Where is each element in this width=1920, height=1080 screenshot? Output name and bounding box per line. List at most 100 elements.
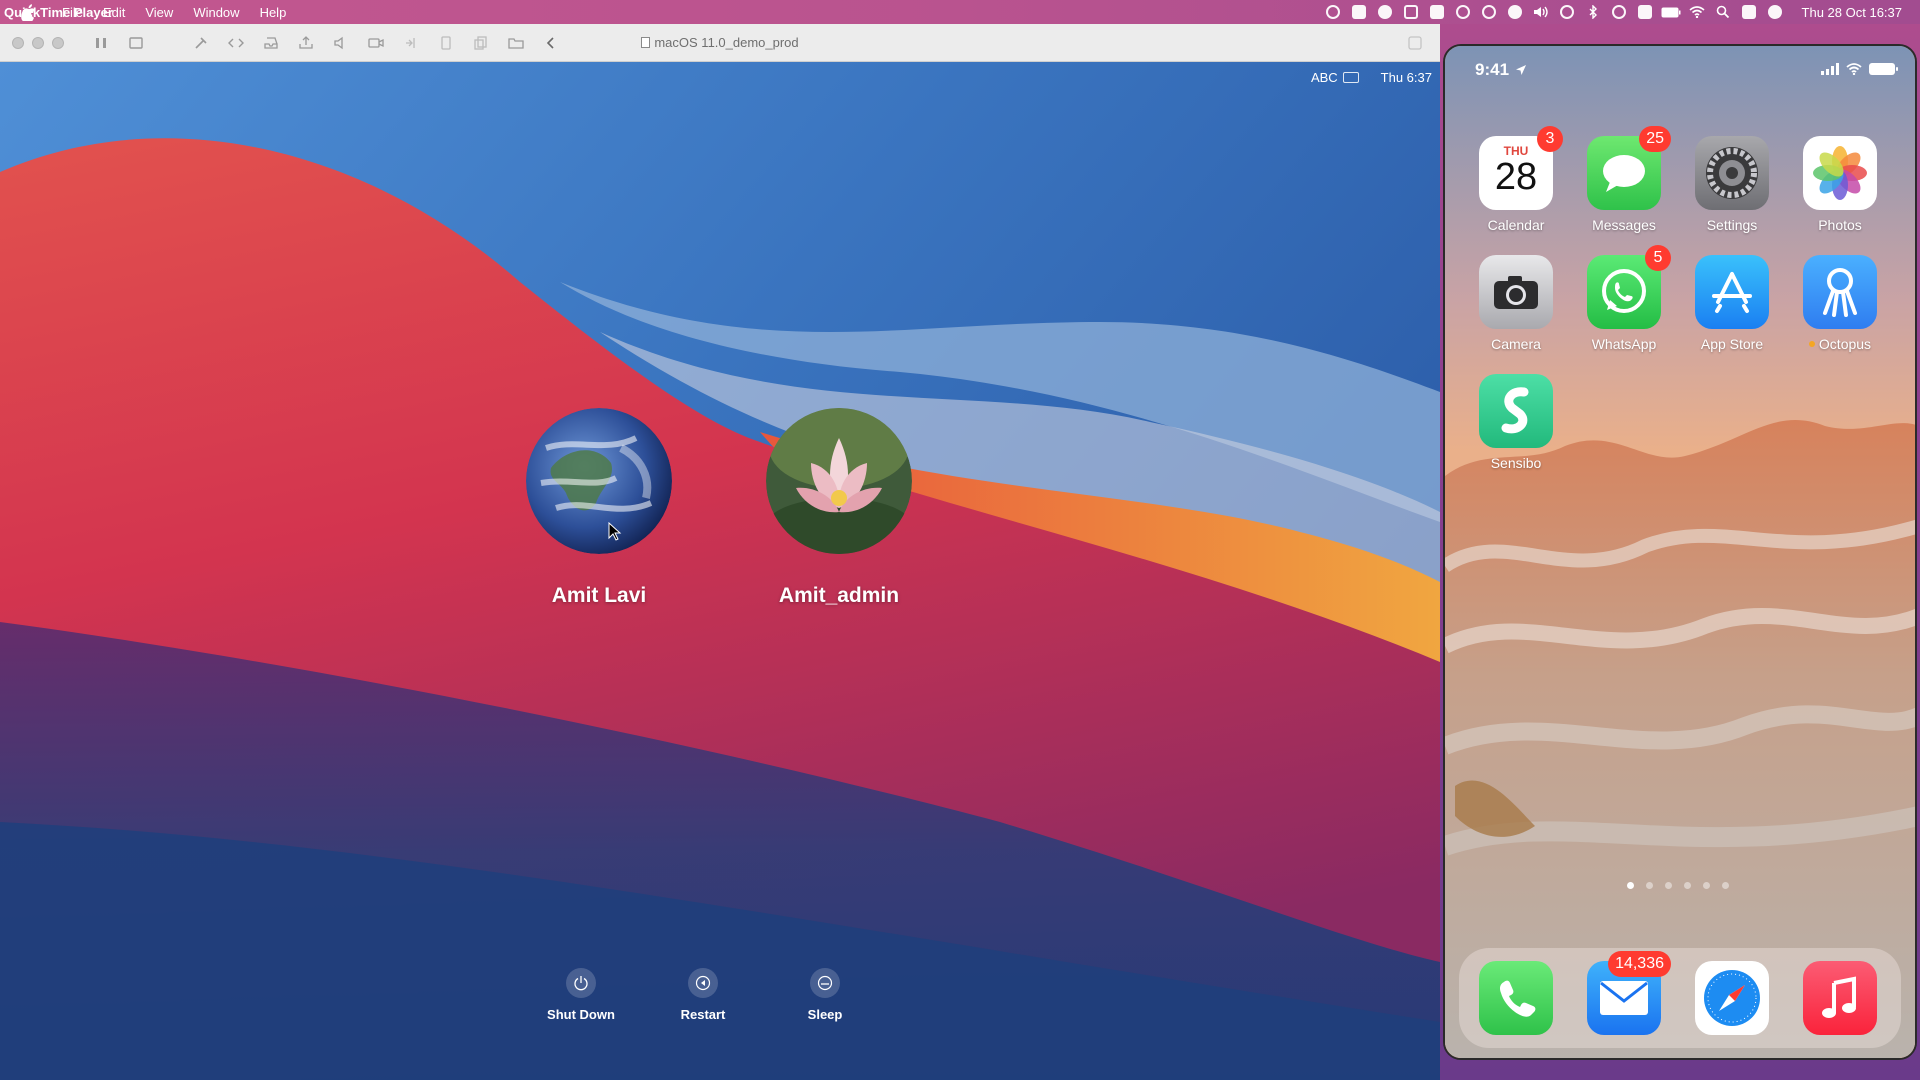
ios-time-text: 9:41: [1475, 60, 1510, 79]
ios-status-bar: 9:41: [1445, 60, 1915, 82]
ios-dock: 14,336: [1459, 948, 1901, 1048]
quicktime-window: macOS 11.0_demo_prod ABC Thu 6:37 Amit L…: [0, 24, 1440, 1080]
folder-icon[interactable]: [503, 32, 529, 54]
speaker-icon[interactable]: [328, 32, 354, 54]
app-octopus[interactable]: Octopus: [1790, 255, 1890, 352]
onepassword-icon[interactable]: [1476, 1, 1502, 23]
copy-icon[interactable]: [468, 32, 494, 54]
iphone-mirror: 9:41 THU 28 3 Calendar 25 Messages Setti…: [1443, 44, 1917, 1060]
menu-view[interactable]: View: [145, 5, 173, 20]
ios-wifi-icon: [1846, 63, 1862, 75]
bluetooth-icon[interactable]: [1580, 1, 1606, 23]
menu-app-name[interactable]: QuickTime Player: [4, 5, 113, 20]
messages-badge: 25: [1639, 126, 1671, 152]
hammer-icon[interactable]: [188, 32, 214, 54]
dock-phone[interactable]: [1466, 961, 1566, 1035]
restart-button[interactable]: Restart: [672, 968, 734, 1022]
login-status-bar: ABC Thu 6:37: [1311, 70, 1432, 85]
music-note-icon: [1803, 961, 1877, 1035]
menu-help[interactable]: Help: [260, 5, 287, 20]
play-icon[interactable]: [1554, 1, 1580, 23]
spotlight-icon[interactable]: [1710, 1, 1736, 23]
input-source-icon[interactable]: [1632, 1, 1658, 23]
camera-icon: [1479, 255, 1553, 329]
app-calendar[interactable]: THU 28 3 Calendar: [1466, 126, 1566, 233]
control-center-icon[interactable]: [1736, 1, 1762, 23]
tray-icon[interactable]: [258, 32, 284, 54]
app-app-store[interactable]: App Store: [1682, 255, 1782, 352]
app-whatsapp[interactable]: 5 WhatsApp: [1574, 245, 1674, 352]
sleep-label: Sleep: [807, 1007, 843, 1022]
upload-icon[interactable]: [293, 32, 319, 54]
whatsapp-icon: 5: [1587, 245, 1671, 329]
dock-mail[interactable]: 14,336: [1574, 951, 1674, 1035]
app-store-icon: [1695, 255, 1769, 329]
book-icon[interactable]: [1424, 1, 1450, 23]
update-dot-icon: [1808, 341, 1815, 347]
lotus-avatar[interactable]: [766, 408, 912, 554]
fullscreen-icon[interactable]: [1404, 32, 1426, 54]
menu-window[interactable]: Window: [193, 5, 239, 20]
dock-safari[interactable]: [1682, 961, 1782, 1035]
phone-icon: [1479, 961, 1553, 1035]
ios-clock: 9:41: [1475, 60, 1527, 80]
whatsapp-badge: 5: [1645, 245, 1671, 271]
wifi-icon[interactable]: [1684, 1, 1710, 23]
app-settings[interactable]: Settings: [1682, 136, 1782, 233]
octopus-icon: [1803, 255, 1877, 329]
code-icon[interactable]: [223, 32, 249, 54]
video-icon[interactable]: [363, 32, 389, 54]
stamp-icon[interactable]: [1398, 1, 1424, 23]
app-camera[interactable]: Camera: [1466, 255, 1566, 352]
login-clock: Thu 6:37: [1380, 70, 1432, 85]
battery-charging-icon[interactable]: [1658, 1, 1684, 23]
chevron-left-icon[interactable]: [538, 32, 564, 54]
mail-icon: 14,336: [1587, 951, 1671, 1035]
zoom-button[interactable]: [52, 36, 64, 49]
window-titlebar: macOS 11.0_demo_prod: [0, 24, 1440, 62]
sensibo-icon: [1479, 374, 1553, 448]
app-label: Sensibo: [1490, 455, 1542, 471]
page-dot: [1703, 882, 1710, 889]
screen-record-icon[interactable]: [1320, 1, 1346, 23]
dock-music[interactable]: [1790, 961, 1890, 1035]
photos-icon: [1803, 136, 1877, 210]
earth-avatar[interactable]: [526, 408, 672, 554]
globe-app-icon[interactable]: [1372, 1, 1398, 23]
sleep-button[interactable]: Sleep: [794, 968, 856, 1022]
login-screen: ABC Thu 6:37 Amit Lavi Amit_admin Shut D…: [0, 62, 1440, 1080]
page-dot: [1684, 882, 1691, 889]
power-options: Shut Down Restart Sleep: [547, 968, 856, 1022]
user-amit-lavi[interactable]: Amit Lavi: [499, 408, 699, 608]
pause-icon[interactable]: [88, 32, 114, 54]
page-indicator[interactable]: [1627, 882, 1729, 889]
app-sensibo[interactable]: Sensibo: [1466, 374, 1566, 471]
app-messages[interactable]: 25 Messages: [1574, 126, 1674, 233]
location-icon: [1516, 65, 1527, 75]
app-label: Settings: [1706, 217, 1758, 233]
user-amit-admin[interactable]: Amit_admin: [739, 408, 939, 608]
app-photos[interactable]: Photos: [1790, 136, 1890, 233]
input-source-indicator[interactable]: ABC: [1311, 70, 1359, 85]
close-button[interactable]: [12, 36, 24, 49]
siri-icon[interactable]: [1762, 1, 1788, 23]
user-circle-icon[interactable]: [1606, 1, 1632, 23]
menubar-clock[interactable]: Thu 28 Oct 16:37: [1802, 5, 1902, 20]
octopus-status-icon[interactable]: [1502, 1, 1528, 23]
cellular-icon: [1821, 63, 1839, 75]
minimize-button[interactable]: [32, 36, 44, 49]
safari-compass-icon: [1695, 961, 1769, 1035]
app-label: App Store: [1700, 336, 1764, 352]
user-name: Amit Lavi: [551, 584, 647, 607]
grammarly-icon[interactable]: [1450, 1, 1476, 23]
big-sur-wallpaper: [0, 62, 1440, 1080]
shut-down-button[interactable]: Shut Down: [547, 968, 615, 1022]
page-dot: [1665, 882, 1672, 889]
calendar-date: 28: [1494, 156, 1538, 198]
zoom-icon[interactable]: [1346, 1, 1372, 23]
window-controls: [12, 36, 64, 49]
screenshot-icon[interactable]: [123, 32, 149, 54]
volume-icon[interactable]: [1528, 1, 1554, 23]
clipboard-icon[interactable]: [433, 32, 459, 54]
share-icon[interactable]: [398, 32, 424, 54]
